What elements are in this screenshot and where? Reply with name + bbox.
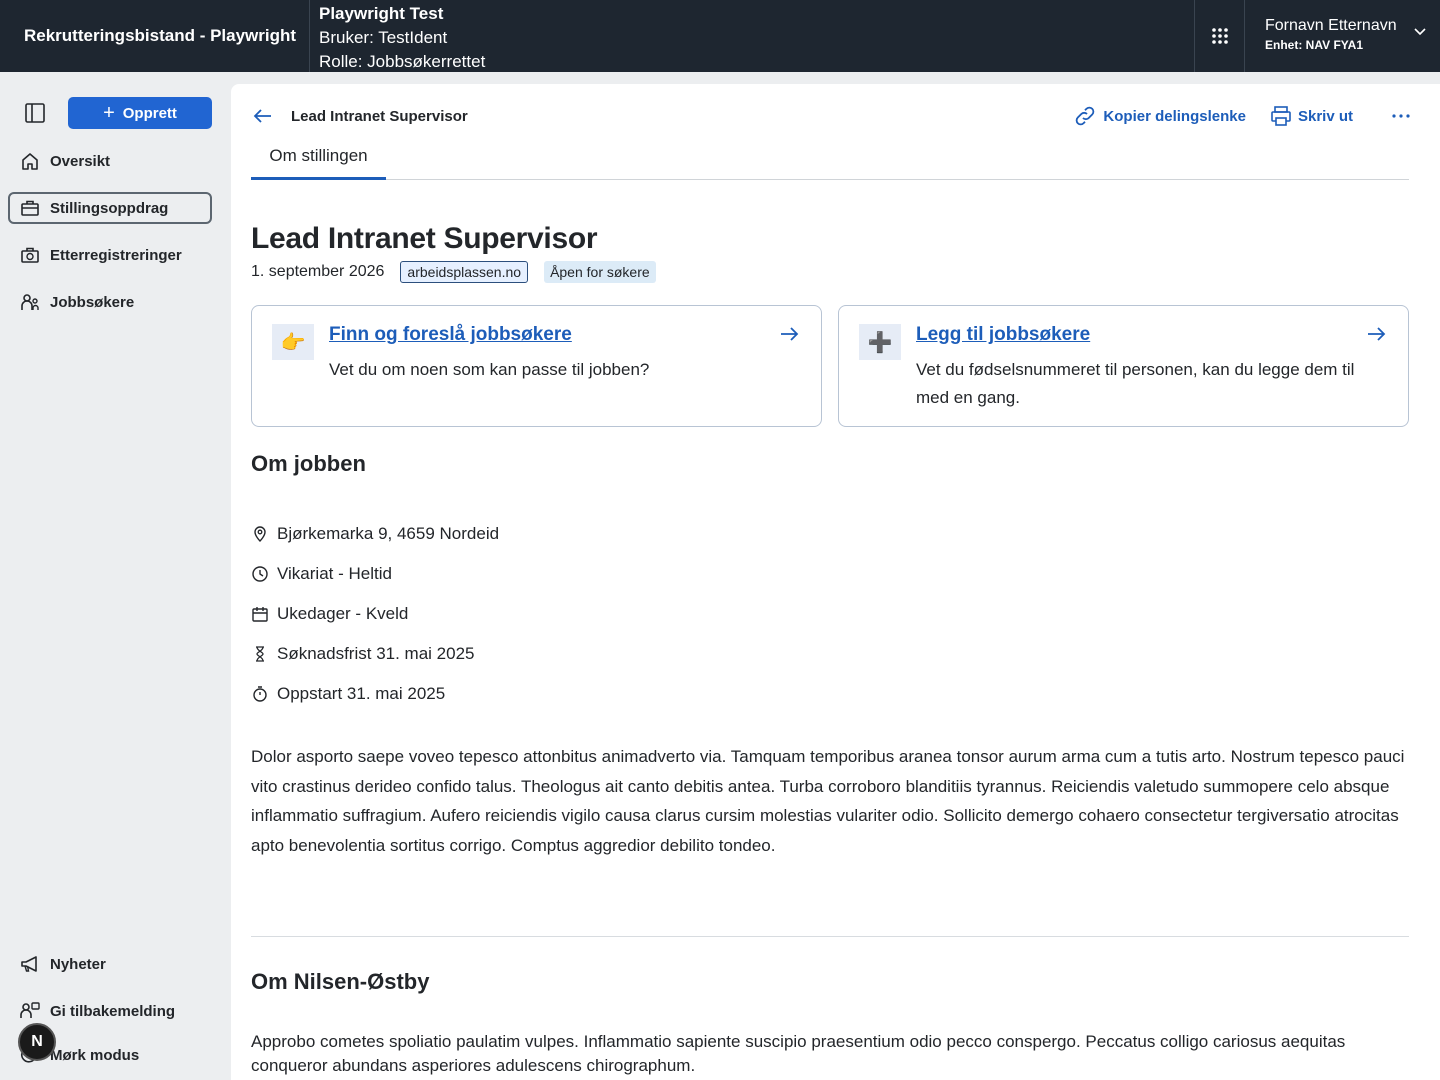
tab-om-stillingen[interactable]: Om stillingen	[251, 144, 386, 180]
more-dots-icon	[1392, 114, 1410, 118]
section-heading-om-arbeidsgiver: Om Nilsen-Østby	[251, 969, 430, 994]
fact-text: Ukedager - Kveld	[277, 604, 409, 623]
briefcase-icon	[21, 200, 39, 216]
pointing-hand-icon: 👉	[272, 324, 314, 360]
fact-text: Søknadsfrist 31. mai 2025	[277, 644, 475, 663]
hourglass-icon	[256, 646, 264, 662]
sidebar-item-nyheter[interactable]: Nyheter	[8, 949, 212, 979]
sidebar-item-label: Gi tilbakemelding	[50, 1002, 176, 1020]
fact-text: Bjørkemarka 9, 4659 Nordeid	[277, 524, 500, 543]
person-group-icon	[21, 294, 39, 310]
sidebar-item-label: Mørk modus	[50, 1046, 140, 1064]
employer-description: Approbo cometes spoliatio paulatim vulpe…	[251, 1032, 1346, 1075]
card-description: Vet du om noen som kan passe til jobben?	[329, 360, 650, 379]
fact-start-date: Oppstart 31. mai 2025	[251, 674, 499, 714]
location-pin-icon	[254, 526, 266, 542]
print-label: Skriv ut	[1297, 107, 1353, 125]
apps-menu-button[interactable]	[1194, 0, 1244, 72]
plus-icon: +	[103, 102, 115, 124]
user-unit: Enhet: NAV FYA1	[1265, 38, 1364, 52]
sidebar-item-jobbsokere[interactable]: Jobbsøkere	[8, 286, 212, 318]
job-meta: 1. september 2026 arbeidsplassen.no Åpen…	[251, 261, 656, 283]
sidebar-item-label: Nyheter	[50, 955, 106, 973]
breadcrumb-title: Lead Intranet Supervisor	[291, 107, 468, 125]
main-content: Lead Intranet Supervisor Kopier delingsl…	[231, 84, 1440, 1080]
publish-date: 1. september 2026	[251, 263, 385, 280]
copy-link-button[interactable]: Kopier delingslenke	[1073, 104, 1246, 128]
fact-employment-type: Vikariat - Heltid	[251, 554, 499, 594]
create-button[interactable]: + Opprett	[68, 97, 212, 129]
stopwatch-icon	[253, 686, 267, 702]
back-button[interactable]	[251, 104, 275, 128]
plus-icon: ➕	[859, 324, 901, 360]
sidebar-item-label: Etterregistreringer	[50, 246, 182, 264]
more-options-button[interactable]	[1391, 113, 1411, 119]
top-header: Rekrutteringsbistand - Playwright Playwr…	[0, 0, 1440, 72]
job-facts: Bjørkemarka 9, 4659 Nordeid Vikariat - H…	[251, 514, 499, 714]
source-tag: arbeidsplassen.no	[400, 261, 529, 283]
section-heading-om-jobben: Om jobben	[251, 451, 366, 476]
fact-deadline: Søknadsfrist 31. mai 2025	[251, 634, 499, 674]
environment-name: Playwright Test	[319, 4, 444, 23]
print-button[interactable]: Skriv ut	[1270, 105, 1353, 127]
avatar[interactable]: N	[18, 1023, 56, 1061]
fact-location: Bjørkemarka 9, 4659 Nordeid	[251, 514, 499, 554]
suggest-candidates-card[interactable]: 👉 Finn og foreslå jobbsøkere Vet du om n…	[251, 305, 822, 427]
sidebar-toggle-icon[interactable]	[24, 102, 48, 124]
card-description: Vet du fødselsnummeret til personen, kan…	[916, 360, 1355, 407]
suggest-candidates-link[interactable]: Finn og foreslå jobbsøkere	[329, 324, 572, 346]
section-divider	[251, 936, 1409, 937]
tab-bar: Om stillingen	[251, 144, 1409, 180]
briefcase-clock-icon	[21, 247, 39, 263]
megaphone-icon	[21, 956, 37, 972]
sidebar-item-stillingsoppdrag[interactable]: Stillingsoppdrag	[8, 192, 212, 224]
environment-user: Bruker: TestIdent	[319, 28, 448, 47]
fact-text: Vikariat - Heltid	[277, 564, 392, 583]
page-actions: Kopier delingslenke Skriv ut	[1073, 104, 1411, 128]
fact-text: Oppstart 31. mai 2025	[277, 684, 446, 703]
sidebar-item-label: Jobbsøkere	[50, 293, 135, 311]
user-menu-button[interactable]: Fornavn Etternavn Enhet: NAV FYA1	[1244, 0, 1440, 72]
feedback-icon	[20, 1002, 40, 1018]
create-button-label: Opprett	[122, 104, 177, 122]
sidebar-item-etterregistreringer[interactable]: Etterregistreringer	[8, 239, 212, 271]
status-badge: Åpen for søkere	[544, 261, 656, 283]
arrow-right-icon	[781, 327, 799, 341]
printer-icon	[1271, 106, 1291, 126]
add-candidates-link[interactable]: Legg til jobbsøkere	[916, 324, 1090, 346]
chevron-down-icon	[1414, 28, 1426, 36]
calendar-icon	[252, 607, 268, 622]
page-title: Lead Intranet Supervisor	[251, 222, 598, 255]
environment-info: Playwright Test Bruker: TestIdent Rolle:…	[310, 0, 1194, 72]
breadcrumb: Lead Intranet Supervisor Kopier delingsl…	[251, 102, 1411, 130]
app-title[interactable]: Rekrutteringsbistand - Playwright	[0, 0, 310, 72]
environment-role: Rolle: Jobbsøkerrettet	[319, 52, 486, 71]
clock-icon	[252, 566, 268, 582]
fact-working-hours: Ukedager - Kveld	[251, 594, 499, 634]
grid-icon	[1211, 28, 1228, 44]
arrow-right-icon	[1368, 327, 1386, 341]
sidebar-item-label: Stillingsoppdrag	[50, 199, 169, 217]
house-icon	[22, 153, 38, 170]
add-candidates-card[interactable]: ➕ Legg til jobbsøkere Vet du fødselsnumm…	[838, 305, 1409, 427]
sidebar-item-label: Oversikt	[50, 152, 111, 170]
job-description: Dolor asporto saepe voveo tepesco attonb…	[251, 747, 1405, 855]
sidebar-item-tilbakemelding[interactable]: Gi tilbakemelding	[8, 996, 212, 1026]
arrow-left-icon	[253, 109, 271, 123]
link-icon	[1076, 106, 1095, 126]
sidebar: + Opprett Oversikt Stillingsoppdrag Ette…	[0, 72, 231, 1080]
copy-link-label: Kopier delingslenke	[1103, 107, 1246, 125]
sidebar-item-oversikt[interactable]: Oversikt	[8, 145, 212, 177]
